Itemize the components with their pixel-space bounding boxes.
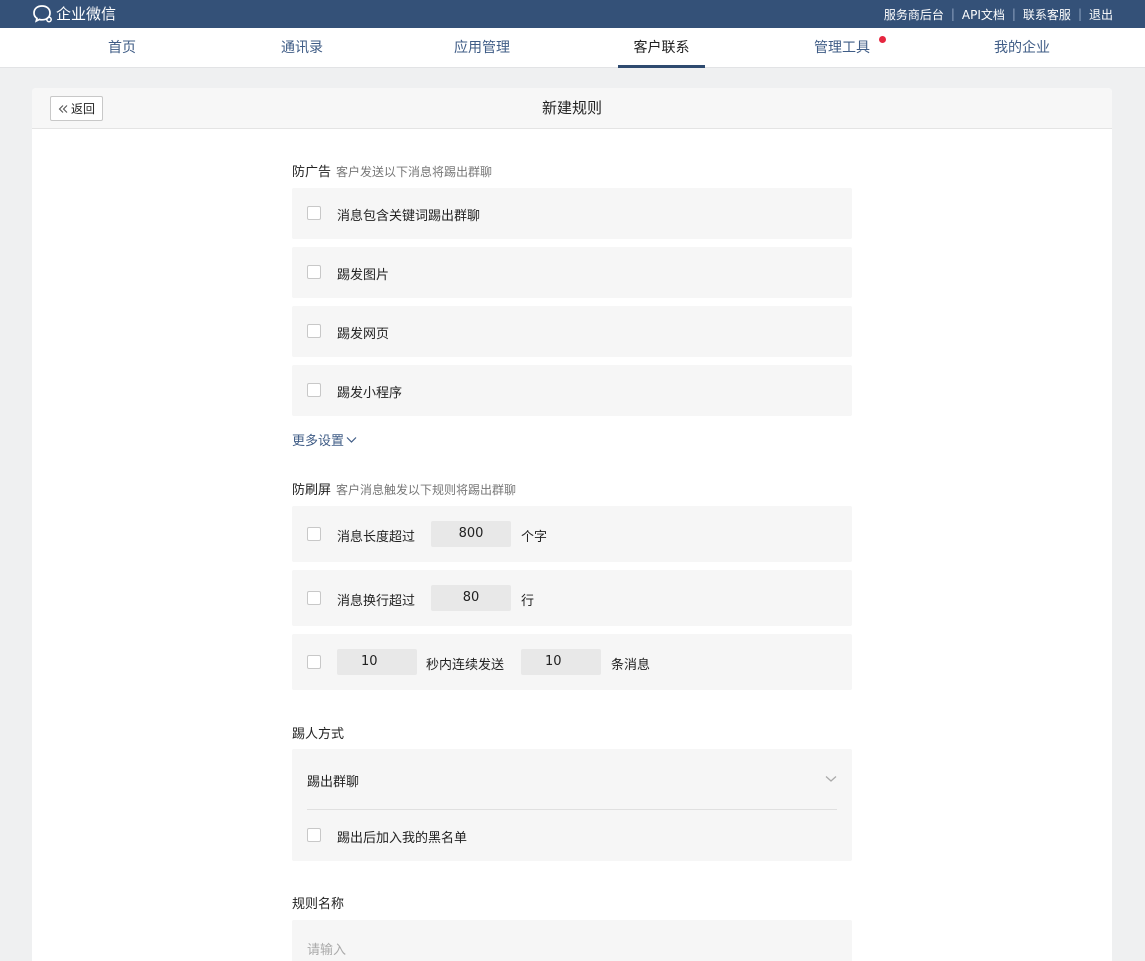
link-logout[interactable]: 退出 bbox=[1089, 6, 1113, 23]
image-checkbox[interactable] bbox=[307, 265, 321, 279]
separator: | bbox=[1077, 7, 1082, 21]
mini-program-checkbox[interactable] bbox=[307, 383, 321, 397]
option-label: 消息包含关键词踢出群聊 bbox=[337, 209, 481, 224]
anti-ad-option-mini-program[interactable]: 踢发小程序 bbox=[292, 365, 852, 416]
link-customer-service[interactable]: 联系客服 bbox=[1023, 6, 1071, 23]
option-label: 踢发图片 bbox=[337, 268, 390, 283]
option-label: 踢发小程序 bbox=[337, 386, 403, 401]
length-label: 消息长度超过 bbox=[337, 530, 416, 545]
blacklist-label: 踢出后加入我的黑名单 bbox=[337, 831, 468, 846]
anti-ad-heading: 防广告 客户发送以下消息将踢出群聊 bbox=[292, 161, 492, 180]
anti-ad-option-webpage[interactable]: 踢发网页 bbox=[292, 306, 852, 357]
back-button[interactable]: 返回 bbox=[50, 96, 103, 121]
back-label: 返回 bbox=[70, 102, 95, 116]
logo[interactable]: 企业微信 bbox=[32, 3, 116, 24]
rule-panel: 新建规则 返回 防广告 客户发送以下消息将踢出群聊 消息包含关键词踢出群聊 踢发图… bbox=[32, 88, 1112, 961]
nav-item-home[interactable]: 首页 bbox=[90, 28, 154, 68]
divider bbox=[307, 809, 837, 810]
burst-mid-label: 秒内连续发送 bbox=[426, 658, 505, 673]
nav-item-my-enterprise[interactable]: 我的企业 bbox=[984, 28, 1060, 68]
kick-method-select[interactable]: 踢出群聊 bbox=[292, 749, 852, 809]
lines-checkbox[interactable] bbox=[307, 591, 321, 605]
top-links: 服务商后台 | API文档 | 联系客服 | 退出 bbox=[884, 0, 1113, 28]
anti-ad-title: 防广告 bbox=[292, 165, 332, 180]
panel-header: 新建规则 返回 bbox=[32, 88, 1112, 129]
rule-name-heading: 规则名称 bbox=[292, 897, 345, 912]
page-title: 新建规则 bbox=[541, 99, 602, 117]
separator: | bbox=[950, 7, 955, 21]
nav-item-contacts[interactable]: 通讯录 bbox=[264, 28, 340, 68]
wecom-logo-icon bbox=[33, 4, 52, 23]
spam-rule-burst: 10 秒内连续发送 10 条消息 bbox=[292, 634, 852, 690]
length-unit: 个字 bbox=[521, 530, 548, 545]
anti-ad-option-image[interactable]: 踢发图片 bbox=[292, 247, 852, 298]
anti-ad-desc: 客户发送以下消息将踢出群聊 bbox=[336, 165, 493, 179]
anti-spam-desc: 客户消息触发以下规则将踢出群聊 bbox=[336, 483, 517, 497]
lines-label: 消息换行超过 bbox=[337, 594, 416, 609]
chevron-down-icon bbox=[825, 776, 837, 782]
brand-name: 企业微信 bbox=[56, 5, 117, 23]
nav-item-customer-contact[interactable]: 客户联系 bbox=[618, 28, 705, 68]
anti-ad-option-keyword[interactable]: 消息包含关键词踢出群聊 bbox=[292, 188, 852, 239]
double-chevron-left-icon bbox=[58, 104, 68, 113]
chevron-down-icon bbox=[346, 436, 357, 443]
top-bar: 企业微信 服务商后台 | API文档 | 联系客服 | 退出 bbox=[0, 0, 1145, 28]
kick-method-heading: 踢人方式 bbox=[292, 727, 345, 742]
link-api-docs[interactable]: API文档 bbox=[962, 6, 1005, 23]
length-checkbox[interactable] bbox=[307, 527, 321, 541]
nav-item-management-tools[interactable]: 管理工具 bbox=[804, 28, 886, 68]
blacklist-checkbox[interactable] bbox=[307, 828, 321, 842]
kick-method-box: 踢出群聊 踢出后加入我的黑名单 bbox=[292, 749, 852, 861]
rule-name-placeholder: 请输入 bbox=[307, 943, 347, 958]
nav-item-app-management[interactable]: 应用管理 bbox=[444, 28, 520, 68]
burst-checkbox[interactable] bbox=[307, 655, 321, 669]
main-nav: 首页 通讯录 应用管理 客户联系 管理工具 我的企业 bbox=[0, 28, 1145, 68]
lines-unit: 行 bbox=[521, 594, 535, 609]
separator: | bbox=[1011, 7, 1016, 21]
nav-item-label: 管理工具 bbox=[814, 40, 870, 56]
length-input[interactable]: 800 bbox=[431, 521, 511, 547]
webpage-checkbox[interactable] bbox=[307, 324, 321, 338]
burst-seconds-input[interactable]: 10 bbox=[337, 649, 417, 675]
link-service-provider[interactable]: 服务商后台 bbox=[884, 6, 944, 23]
rule-name-input[interactable]: 请输入 bbox=[292, 920, 852, 961]
anti-spam-title: 防刷屏 bbox=[292, 483, 332, 498]
more-settings-link[interactable]: 更多设置 bbox=[292, 430, 357, 449]
burst-count-input[interactable]: 10 bbox=[521, 649, 601, 675]
anti-spam-heading: 防刷屏 客户消息触发以下规则将踢出群聊 bbox=[292, 479, 516, 498]
lines-input[interactable]: 80 bbox=[431, 585, 511, 611]
burst-unit: 条消息 bbox=[611, 658, 651, 673]
keyword-checkbox[interactable] bbox=[307, 206, 321, 220]
kick-method-value: 踢出群聊 bbox=[307, 775, 360, 790]
more-settings-label: 更多设置 bbox=[292, 434, 345, 449]
option-label: 踢发网页 bbox=[337, 327, 390, 342]
spam-rule-length: 消息长度超过 800 个字 bbox=[292, 506, 852, 562]
notification-dot bbox=[879, 36, 886, 43]
spam-rule-lines: 消息换行超过 80 行 bbox=[292, 570, 852, 626]
